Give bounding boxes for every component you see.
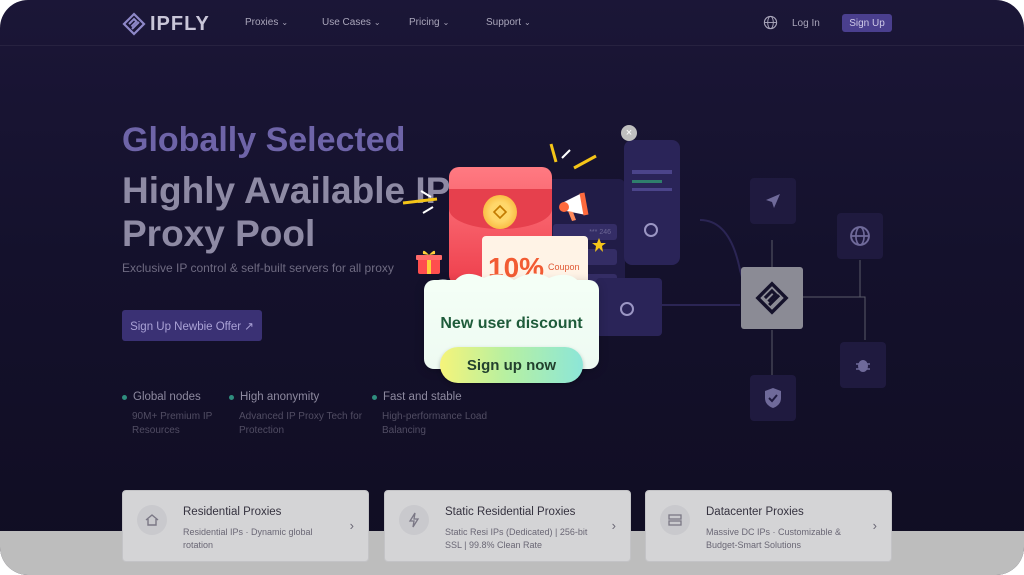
card-desc: Massive DC IPs · Customizable & Budget-S… [706, 527, 842, 550]
brand-name: IPFLY [150, 12, 210, 35]
signup-button[interactable]: Sign Up [842, 14, 892, 32]
signup-newbie-offer-button[interactable]: Sign Up Newbie Offer ↗ [122, 310, 262, 341]
nav-item-label: Proxies [245, 17, 279, 28]
phone-mockup [596, 278, 662, 336]
feature-fast-stable: Fast and stable High-performance Load Ba… [372, 391, 502, 438]
nav-item-proxies[interactable]: Proxies ⌄ [245, 17, 288, 28]
shield-icon [765, 388, 781, 408]
globe-icon[interactable] [763, 15, 778, 30]
login-link[interactable]: Log In [792, 18, 820, 29]
chevron-down-icon: ⌄ [524, 18, 531, 27]
ring-icon [644, 223, 658, 237]
ipfly-logo-icon [755, 281, 789, 315]
feature-global-nodes: Global nodes 90M+ Premium IP Resources [122, 391, 242, 438]
bug-node [840, 342, 886, 388]
feature-high-anonymity: High anonymity Advanced IP Proxy Tech fo… [229, 391, 369, 438]
home-icon [137, 505, 167, 535]
card-title: Residential Proxies [183, 506, 282, 518]
top-nav: IPFLY Proxies ⌄ Use Cases ⌄ Pricing ⌄ Su… [0, 0, 1024, 46]
coin-icon [483, 195, 517, 229]
globe-icon [850, 226, 870, 246]
chevron-right-icon: › [872, 518, 877, 533]
feature-title: Global nodes [133, 391, 201, 403]
phone-line [632, 188, 672, 191]
card-title: Static Residential Proxies [445, 506, 576, 518]
popup-signup-button[interactable]: Sign up now [440, 347, 583, 383]
card-datacenter-proxies[interactable]: Datacenter Proxies Massive DC IPs · Cust… [645, 490, 892, 562]
shield-node [750, 375, 796, 421]
card-static-residential-proxies[interactable]: Static Residential Proxies Static Resi I… [384, 490, 631, 562]
chevron-down-icon: ⌄ [373, 18, 381, 27]
nav-item-label: Use Cases [322, 17, 371, 28]
send-node [750, 178, 796, 224]
nav-item-use-cases[interactable]: Use Cases ⌄ [322, 17, 381, 28]
popup-close-button[interactable]: × [621, 125, 637, 141]
feature-title: High anonymity [240, 391, 320, 403]
ipfly-hub-node [741, 267, 803, 329]
feature-dot [122, 394, 127, 400]
page: IPFLY Proxies ⌄ Use Cases ⌄ Pricing ⌄ Su… [0, 0, 1024, 575]
nav-item-pricing[interactable]: Pricing ⌄ [409, 17, 449, 28]
server-icon [660, 505, 690, 535]
ring-icon [620, 302, 634, 316]
hero-title-line1: Globally Selected [122, 121, 406, 159]
nav-item-label: Support [486, 17, 522, 28]
hero-subtitle: Exclusive IP control & self-built server… [122, 261, 394, 275]
logo[interactable]: IPFLY [122, 12, 210, 36]
feature-dot [229, 394, 234, 400]
feature-dot [372, 394, 377, 400]
chevron-down-icon: ⌄ [281, 18, 289, 27]
phone-line [632, 180, 662, 183]
hero-title-line3: Proxy Pool [122, 213, 316, 254]
cloud-decoration [424, 273, 599, 292]
chevron-down-icon: ⌄ [442, 18, 450, 27]
card-title: Datacenter Proxies [706, 506, 804, 518]
chevron-right-icon: › [611, 518, 616, 533]
bug-icon [856, 360, 870, 372]
star-icon [592, 238, 606, 252]
send-icon [766, 194, 780, 208]
card-desc: Static Resi IPs (Dedicated) | 256-bit SS… [445, 527, 588, 550]
sparkle-icon [549, 143, 597, 170]
card-desc: Residential IPs · Dynamic global rotatio… [183, 527, 313, 550]
nav-item-support[interactable]: Support ⌄ [486, 17, 531, 28]
megaphone-icon [559, 192, 589, 221]
globe-node [837, 213, 883, 259]
bolt-icon [399, 505, 429, 535]
card-residential-proxies[interactable]: Residential Proxies Residential IPs · Dy… [122, 490, 369, 562]
feature-desc: High-performance Load Balancing [382, 411, 488, 436]
feature-desc: 90M+ Premium IP Resources [132, 411, 213, 436]
phone-line [632, 170, 672, 174]
nav-item-label: Pricing [409, 17, 440, 28]
ipfly-logo-icon [122, 12, 146, 36]
feature-title: Fast and stable [383, 391, 462, 403]
chevron-right-icon: › [349, 518, 354, 533]
popup-title: New user discount [440, 315, 583, 332]
sparkle-icon [402, 190, 438, 214]
feature-desc: Advanced IP Proxy Tech for Protection [239, 411, 363, 436]
